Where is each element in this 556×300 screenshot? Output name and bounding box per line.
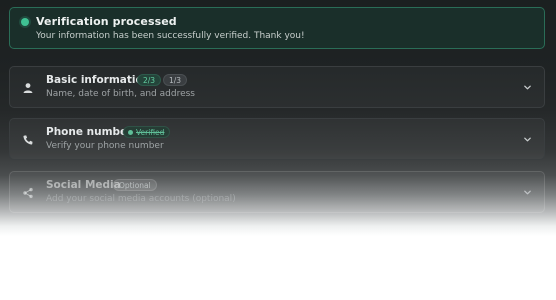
user-icon xyxy=(23,83,33,93)
section-title: Basic information xyxy=(46,74,151,86)
chevron-down-icon[interactable] xyxy=(523,83,532,92)
chevron-down-icon[interactable] xyxy=(523,135,532,144)
progress-badge: 2/3 xyxy=(137,74,162,86)
verification-notification: Verification processed Your information … xyxy=(9,7,545,49)
success-status-icon xyxy=(21,18,29,26)
progress-badge: 1/3 xyxy=(163,74,188,86)
verified-dot-icon xyxy=(128,130,133,135)
section-basic-information[interactable]: Basic information 2/3 1/3 Name, date of … xyxy=(9,66,545,108)
verification-panel: Verification processed Your information … xyxy=(0,0,556,300)
section-title: Phone number xyxy=(46,126,133,138)
chevron-down-icon[interactable] xyxy=(523,188,532,197)
section-subtitle: Add your social media accounts (optional… xyxy=(46,194,236,204)
verified-badge: Verified xyxy=(123,126,171,138)
notification-title: Verification processed xyxy=(36,15,177,28)
section-phone-number[interactable]: Phone number Verified Verify your phone … xyxy=(9,118,545,160)
section-title: Social Media xyxy=(46,179,121,191)
phone-icon xyxy=(23,135,33,145)
share-icon xyxy=(23,187,33,199)
notification-message: Your information has been successfully v… xyxy=(36,31,305,41)
verified-badge-label: Verified xyxy=(136,128,165,137)
section-social-media[interactable]: Social Media Optional Add your social me… xyxy=(9,171,545,213)
section-subtitle: Name, date of birth, and address xyxy=(46,89,195,99)
optional-badge: Optional xyxy=(113,179,157,191)
section-subtitle: Verify your phone number xyxy=(46,141,164,151)
